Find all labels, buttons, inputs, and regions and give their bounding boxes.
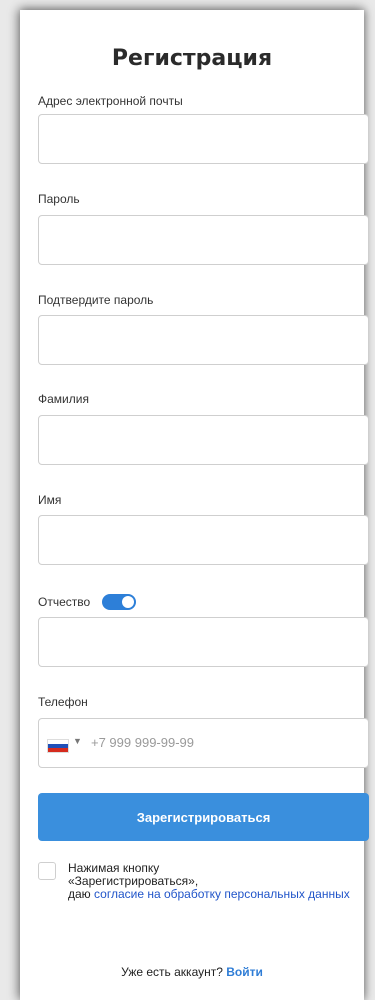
login-footer: Уже есть аккаунт? Войти (20, 965, 364, 979)
password-field[interactable] (38, 215, 369, 265)
lastname-field[interactable] (38, 415, 369, 465)
consent-prefix: даю (68, 887, 95, 901)
email-label: Адрес электронной почты (38, 94, 183, 108)
phone-field[interactable]: ▼ +7 999 999-99-99 (38, 718, 369, 768)
phone-label: Телефон (38, 695, 88, 709)
register-button[interactable]: Зарегистрироваться (38, 793, 369, 841)
page-title: Регистрация (111, 46, 273, 71)
middlename-field[interactable] (38, 617, 369, 667)
lastname-label: Фамилия (38, 392, 89, 406)
country-dropdown-icon[interactable]: ▼ (73, 736, 82, 746)
confirm-password-field[interactable] (38, 315, 369, 365)
consent-checkbox[interactable] (38, 862, 56, 880)
middlename-label: Отчество (38, 595, 91, 609)
confirm-password-label: Подтвердите пароль (38, 293, 154, 307)
registration-card: Регистрация Адрес электронной почты Паро… (20, 10, 369, 1000)
firstname-field[interactable] (38, 515, 369, 565)
password-label: Пароль (38, 192, 80, 206)
firstname-label: Имя (38, 493, 62, 507)
email-field[interactable] (38, 114, 369, 164)
russia-flag-icon[interactable] (47, 739, 69, 753)
phone-placeholder: +7 999 999-99-99 (91, 735, 195, 750)
consent-line-3: даю согласие на обработку персональных д… (68, 888, 358, 901)
consent-text: Нажимая кнопку «Зарегистрироваться», даю… (68, 862, 358, 901)
toggle-knob (122, 596, 134, 608)
login-link[interactable]: Войти (226, 965, 263, 979)
consent-link[interactable]: согласие на обработку персональных данны… (94, 887, 350, 901)
middlename-toggle[interactable] (102, 594, 136, 610)
footer-text: Уже есть аккаунт? (121, 965, 227, 979)
